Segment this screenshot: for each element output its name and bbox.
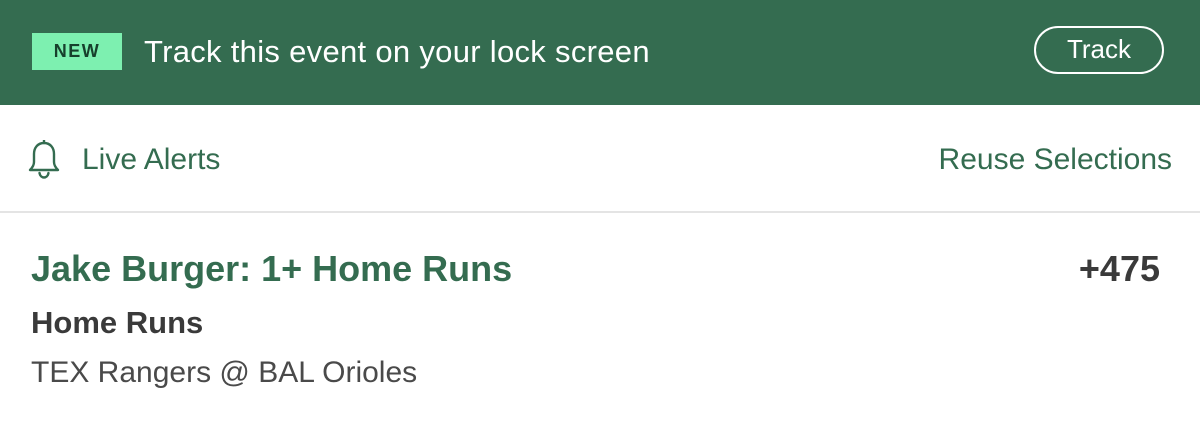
bet-selection-screen: NEW Track this event on your lock screen…	[0, 0, 1200, 431]
track-button[interactable]: Track	[1034, 26, 1164, 74]
bet-odds: +475	[1078, 248, 1160, 289]
bet-market: Home Runs	[31, 305, 204, 340]
bet-details: Jake Burger: 1+ Home Runs +475 Home Runs…	[0, 213, 1200, 431]
bet-matchup: TEX Rangers @ BAL Orioles	[31, 356, 418, 389]
banner-message: Track this event on your lock screen	[144, 34, 650, 69]
bet-title: Jake Burger: 1+ Home Runs	[31, 248, 513, 289]
lock-screen-banner: NEW Track this event on your lock screen…	[0, 0, 1200, 105]
bell-icon[interactable]	[27, 140, 61, 180]
live-alerts-button[interactable]: Live Alerts	[82, 141, 220, 179]
new-badge: NEW	[32, 33, 122, 70]
alerts-row: Live Alerts Reuse Selections	[0, 105, 1200, 213]
reuse-selections-button[interactable]: Reuse Selections	[939, 141, 1172, 179]
